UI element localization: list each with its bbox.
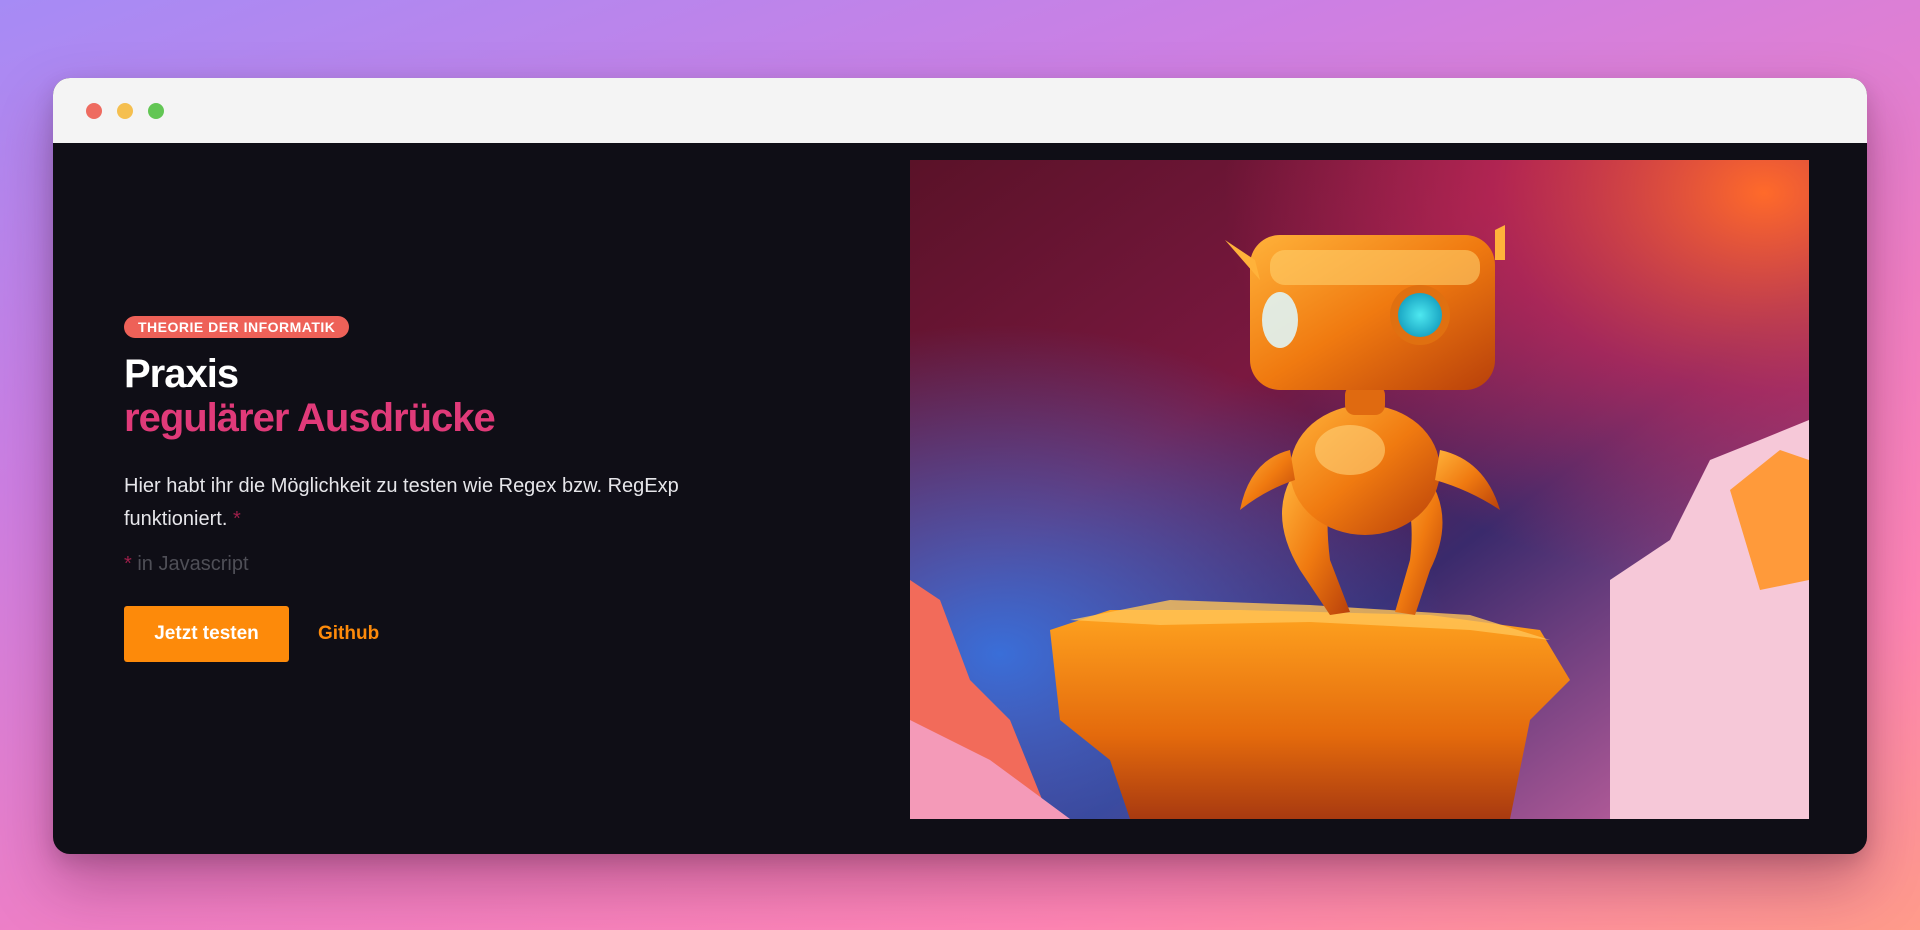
- close-icon[interactable]: [86, 102, 102, 119]
- footnote-text: in Javascript: [137, 553, 249, 575]
- footnote-asterisk: *: [124, 553, 132, 575]
- title-line-2: regulärer Ausdrücke: [124, 396, 496, 440]
- page-content: THEORIE DER INFORMATIK Praxis regulärer …: [53, 143, 1867, 854]
- category-badge: THEORIE DER INFORMATIK: [124, 316, 350, 338]
- footnote: * in Javascript: [124, 553, 824, 576]
- hero-description: Hier habt ihr die Möglichkeit zu testen …: [124, 470, 734, 536]
- title-line-1: Praxis: [124, 352, 239, 396]
- maximize-icon[interactable]: [148, 102, 164, 119]
- try-now-button[interactable]: Jetzt testen: [124, 606, 289, 662]
- window-titlebar: [53, 78, 1867, 143]
- description-asterisk: *: [232, 508, 241, 530]
- hero-actions: Jetzt testen Github: [124, 606, 824, 662]
- hero-text: THEORIE DER INFORMATIK Praxis regulärer …: [124, 316, 824, 662]
- robot-image: [910, 160, 1809, 819]
- github-link[interactable]: Github: [318, 623, 379, 645]
- browser-window: THEORIE DER INFORMATIK Praxis regulärer …: [53, 78, 1867, 854]
- minimize-icon[interactable]: [117, 102, 133, 119]
- description-text: Hier habt ihr die Möglichkeit zu testen …: [124, 475, 679, 530]
- page-title: Praxis regulärer Ausdrücke: [124, 352, 824, 440]
- robot-illustration: [910, 160, 1809, 819]
